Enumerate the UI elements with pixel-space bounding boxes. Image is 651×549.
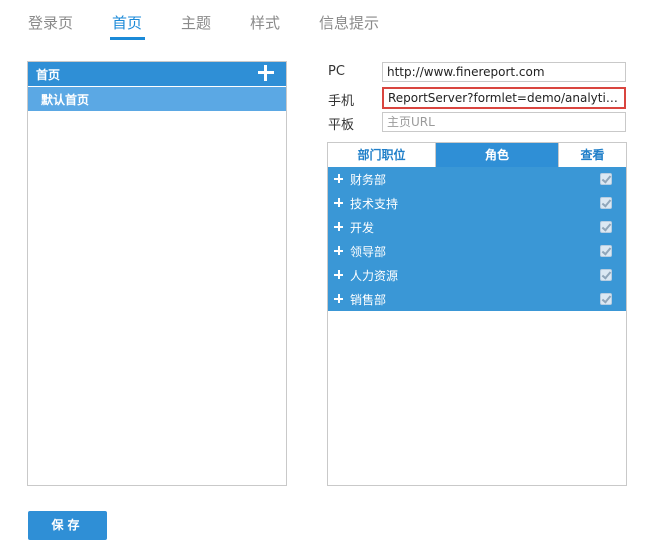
view-checkbox[interactable]: [600, 293, 612, 305]
role-row[interactable]: 财务部: [328, 167, 626, 191]
role-name: 财务部: [350, 173, 387, 187]
role-row[interactable]: 销售部: [328, 287, 626, 311]
pc-label: PC: [328, 64, 345, 79]
active-tab-underline: [110, 37, 145, 40]
plus-icon[interactable]: [256, 63, 276, 83]
homepage-list-title: 首页: [36, 68, 61, 82]
role-row[interactable]: 开发: [328, 215, 626, 239]
mobile-label: 手机: [328, 94, 355, 109]
tab-home-page[interactable]: 首页: [112, 12, 142, 33]
homepage-list-item[interactable]: 默认首页: [28, 87, 286, 111]
permissions-panel: 部门职位 角色 查看 财务部 技术支持 开发 领导部 人力资源 销售部: [327, 142, 627, 486]
role-row[interactable]: 技术支持: [328, 191, 626, 215]
permissions-tab-bar: 部门职位 角色 查看: [328, 143, 626, 167]
top-tab-bar: 登录页 首页 主题 样式 信息提示: [0, 0, 651, 44]
tab-info-tip[interactable]: 信息提示: [319, 12, 379, 33]
tab-login-page[interactable]: 登录页: [28, 12, 73, 33]
tab-style[interactable]: 样式: [250, 12, 280, 33]
tab-theme[interactable]: 主题: [181, 12, 211, 33]
view-checkbox[interactable]: [600, 245, 612, 257]
role-name: 技术支持: [350, 197, 399, 211]
tab-department-position[interactable]: 部门职位: [328, 143, 436, 167]
role-name: 人力资源: [350, 269, 399, 283]
tab-view[interactable]: 查看: [558, 143, 626, 167]
view-checkbox[interactable]: [600, 269, 612, 281]
tab-role[interactable]: 角色: [436, 143, 558, 167]
homepage-list-item-label: 默认首页: [41, 93, 90, 107]
view-checkbox[interactable]: [600, 197, 612, 209]
homepage-list-header: 首页: [28, 62, 286, 86]
pc-url-input[interactable]: [382, 62, 626, 82]
homepage-list-panel: 首页 默认首页: [27, 61, 287, 486]
tablet-url-input[interactable]: 主页URL: [382, 112, 626, 132]
expand-plus-icon[interactable]: [333, 221, 344, 232]
tablet-label: 平板: [328, 118, 355, 133]
role-list: 财务部 技术支持 开发 领导部 人力资源 销售部: [328, 167, 626, 311]
role-name: 领导部: [350, 245, 387, 259]
role-row[interactable]: 领导部: [328, 239, 626, 263]
mobile-url-input[interactable]: ReportServer?formlet=demo/analytics/ope.…: [382, 87, 626, 109]
role-row[interactable]: 人力资源: [328, 263, 626, 287]
expand-plus-icon[interactable]: [333, 269, 344, 280]
expand-plus-icon[interactable]: [333, 173, 344, 184]
expand-plus-icon[interactable]: [333, 245, 344, 256]
expand-plus-icon[interactable]: [333, 293, 344, 304]
view-checkbox[interactable]: [600, 221, 612, 233]
role-name: 开发: [350, 221, 375, 235]
view-checkbox[interactable]: [600, 173, 612, 185]
save-button[interactable]: 保存: [28, 511, 107, 540]
expand-plus-icon[interactable]: [333, 197, 344, 208]
role-name: 销售部: [350, 293, 387, 307]
